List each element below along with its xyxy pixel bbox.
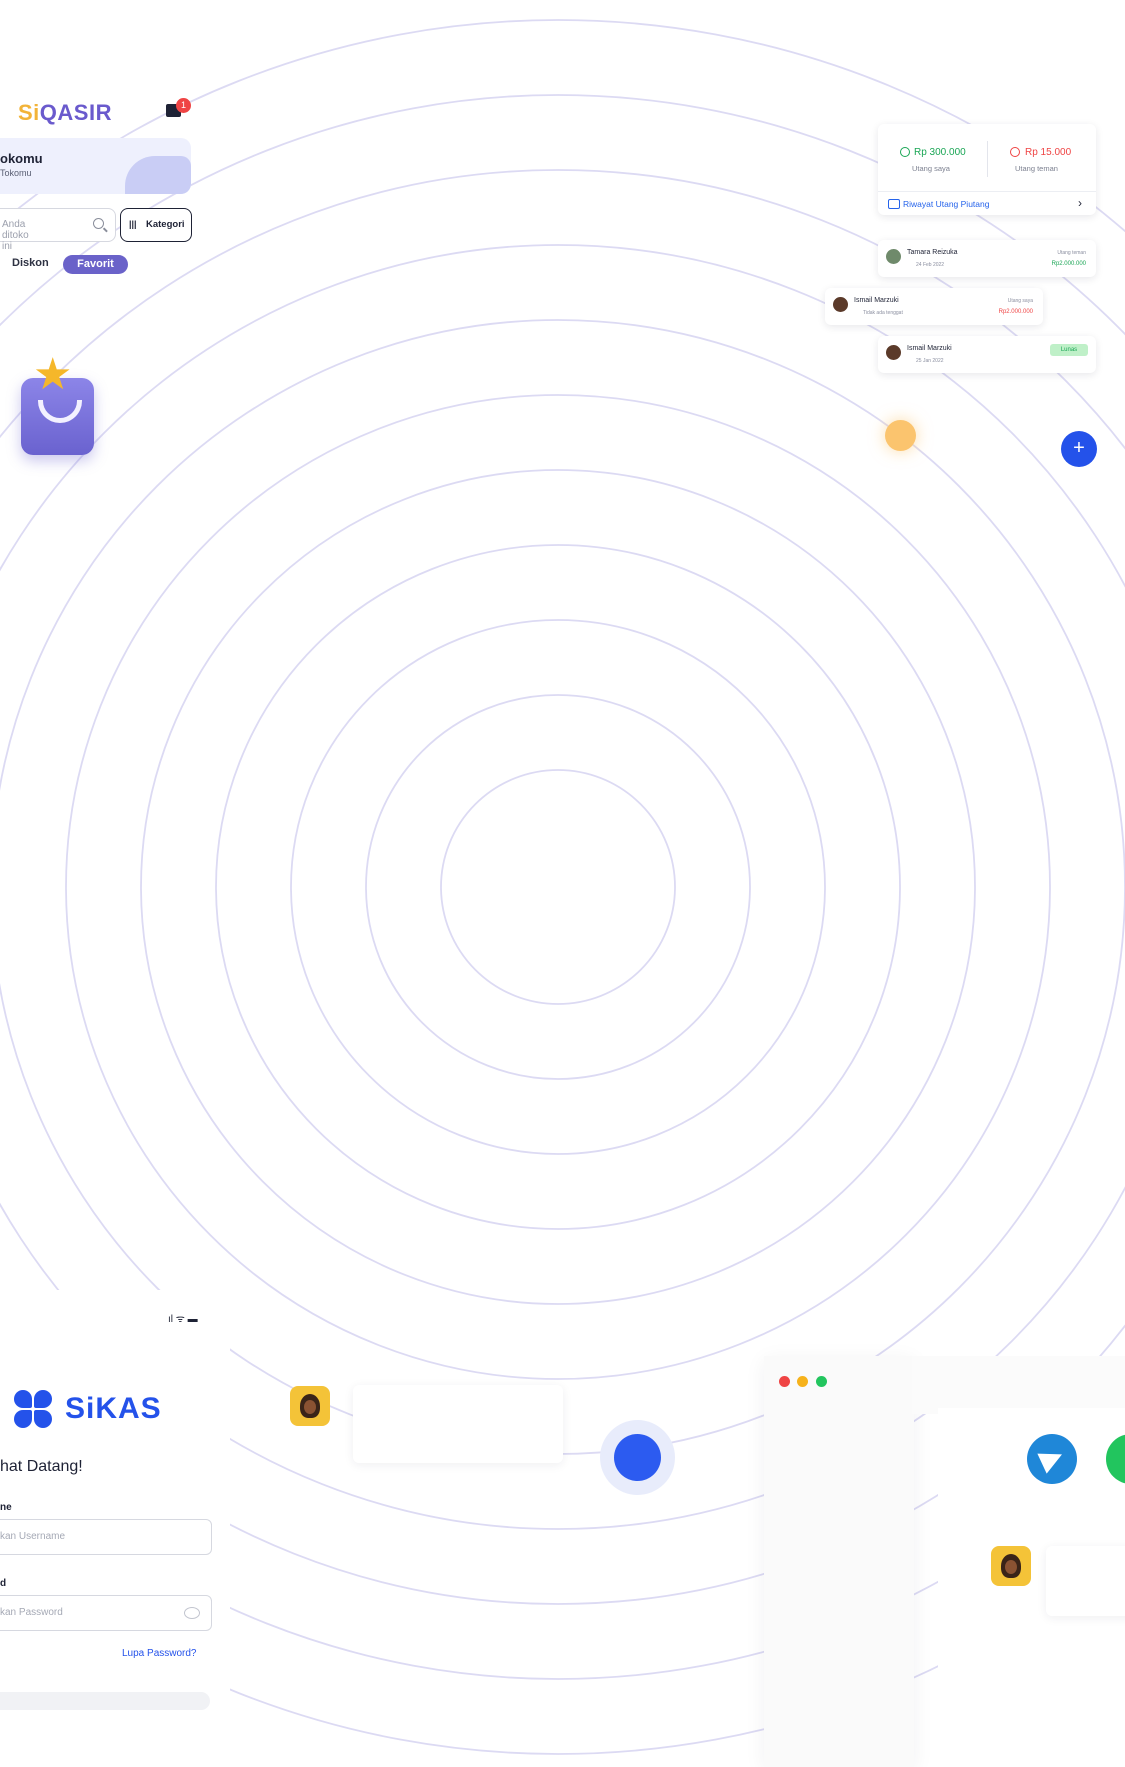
store-card[interactable]	[0, 138, 191, 194]
forgot-password-link[interactable]: Lupa Password?	[122, 1648, 197, 1659]
chat-bubble	[1046, 1546, 1125, 1616]
entry-amount: Rp2.000.000	[998, 309, 1033, 315]
debt-entry[interactable]: Ismail Marzuki Tidak ada tenggat Utang s…	[825, 288, 1043, 325]
amount-friend: Rp 15.000	[1025, 147, 1072, 158]
status-bar: ıl ᯤ ▬	[168, 1314, 198, 1325]
search-placeholder: Anda ditoko ini	[2, 219, 29, 252]
window-minimize-icon[interactable]	[797, 1376, 808, 1387]
entry-name: Ismail Marzuki	[907, 345, 952, 352]
password-placeholder: kan Password	[0, 1607, 63, 1618]
star-icon: ★	[33, 350, 73, 399]
chat-bubble	[353, 1385, 563, 1463]
chart-icon	[888, 199, 900, 209]
entry-date: 25 Jan 2022	[916, 358, 944, 364]
sikas-brand: SiKAS	[65, 1392, 162, 1425]
debt-entry[interactable]: Tamara Reizuka 24 Feb 2022 Utang teman R…	[878, 240, 1096, 277]
window-close-icon[interactable]	[779, 1376, 790, 1387]
entry-label: Utang saya	[1007, 298, 1033, 304]
label-mine: Utang saya	[912, 164, 950, 173]
clock-icon	[900, 147, 910, 157]
browser-window	[764, 1356, 914, 1767]
entry-date: 24 Feb 2022	[916, 262, 945, 268]
username-label: ne	[0, 1502, 12, 1513]
history-link[interactable]: Riwayat Utang Piutang	[903, 199, 989, 209]
avatar	[886, 249, 901, 264]
status-badge: Lunas	[1050, 344, 1088, 356]
entry-name: Ismail Marzuki	[854, 297, 899, 304]
kategori-label: Kategori	[146, 219, 185, 230]
cart-badge: 1	[176, 98, 191, 113]
clock-icon	[1010, 147, 1020, 157]
chevron-right-icon[interactable]: ›	[1078, 196, 1082, 210]
avatar	[833, 297, 848, 312]
tab-diskon[interactable]: Diskon	[12, 257, 49, 269]
sikas-logo-icon	[14, 1390, 52, 1428]
tab-favorit[interactable]: Favorit	[63, 255, 128, 274]
entry-amount: Rp2.000.000	[1051, 261, 1086, 267]
store-subtitle: Tokomu	[0, 168, 32, 178]
entry-label: Utang teman	[1057, 250, 1086, 256]
login-button[interactable]	[0, 1692, 210, 1710]
search-icon[interactable]	[93, 218, 104, 229]
avatar	[290, 1386, 330, 1426]
plus-icon[interactable]: +	[1061, 431, 1097, 467]
password-label: d	[0, 1578, 7, 1589]
store-card-decoration	[125, 156, 191, 194]
store-name: okomu	[0, 151, 43, 166]
avatar	[991, 1546, 1031, 1586]
avatar	[886, 345, 901, 360]
eye-icon[interactable]	[184, 1607, 200, 1619]
browser-toolbar	[912, 1356, 1125, 1414]
window-maximize-icon[interactable]	[816, 1376, 827, 1387]
filter-icon: |||	[129, 219, 137, 229]
decorative-dot	[885, 420, 916, 451]
siqasir-logo: SiQASIR	[18, 100, 112, 125]
summary-divider	[987, 141, 988, 177]
decorative-dot	[614, 1434, 661, 1481]
username-placeholder: kan Username	[0, 1531, 66, 1542]
entry-name: Tamara Reizuka	[907, 249, 958, 256]
welcome-title: hat Datang!	[0, 1458, 83, 1475]
label-friend: Utang teman	[1015, 164, 1058, 173]
entry-date: Tidak ada tenggat	[863, 310, 903, 316]
amount-mine: Rp 300.000	[914, 147, 966, 158]
summary-separator	[878, 191, 1096, 192]
